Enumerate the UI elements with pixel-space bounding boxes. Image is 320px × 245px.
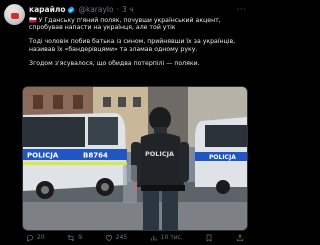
views-count: 10 тис.: [160, 234, 183, 241]
bookmark-button[interactable]: [205, 234, 213, 242]
separator: ·: [116, 5, 119, 14]
heart-icon: [105, 234, 112, 241]
reply-count: 20: [37, 234, 45, 241]
handle[interactable]: @karaylo: [78, 4, 113, 16]
tweet-header: карайло @karaylo · 3 ч ···: [29, 4, 246, 16]
van-label: POLICJA: [27, 152, 59, 160]
van-label-right: POLICJA: [209, 154, 236, 161]
verified-badge-icon: [68, 6, 75, 14]
tweet-paragraph: Згодом з'ясувалося, що обидва потерпілі …: [29, 59, 200, 67]
photo-street-scene: POLICJA B8764 POLICJA POLICJA: [23, 87, 247, 230]
tweet-paragraph: Тоді чоловік побив батька із сином, прий…: [29, 38, 236, 53]
more-options-icon[interactable]: ···: [237, 4, 246, 16]
tweet-photo[interactable]: POLICJA B8764 POLICJA POLICJA: [22, 86, 248, 231]
tweet-card[interactable]: карайло @karaylo · 3 ч ··· 🇵🇱 У Гданську…: [0, 0, 250, 245]
reply-button[interactable]: 20: [26, 234, 45, 242]
reply-icon: [26, 234, 33, 242]
like-button[interactable]: 245: [105, 234, 127, 242]
display-name[interactable]: карайло: [29, 4, 65, 16]
views-icon: [150, 235, 157, 241]
retweet-icon: [67, 234, 75, 241]
share-icon: [236, 234, 243, 241]
bookmark-icon: [207, 234, 212, 242]
views-button[interactable]: 10 тис.: [150, 234, 183, 242]
tweet-paragraph: 🇵🇱 У Гданську п'яний поляк, почувши укра…: [29, 17, 221, 32]
svg-text:POLICJA: POLICJA: [145, 150, 174, 158]
retweet-count: 9: [78, 234, 83, 241]
share-button[interactable]: [236, 234, 244, 242]
like-count: 245: [115, 234, 128, 241]
action-bar: 20 9 245 10 тис.: [26, 233, 244, 242]
timestamp[interactable]: 3 ч: [122, 4, 134, 16]
van-number: B8764: [83, 152, 108, 160]
retweet-button[interactable]: 9: [67, 234, 82, 242]
tweet-text: 🇵🇱 У Гданську п'яний поляк, почувши укра…: [29, 17, 244, 74]
avatar[interactable]: [4, 4, 25, 25]
